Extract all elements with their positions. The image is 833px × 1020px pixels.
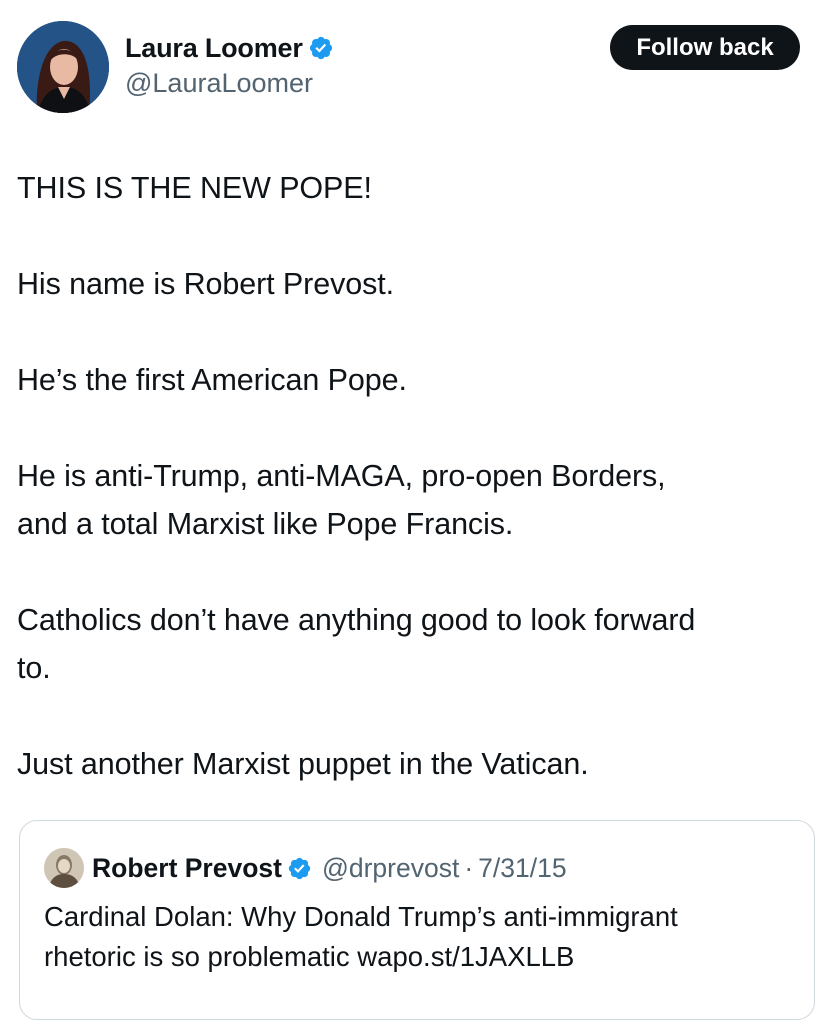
author-avatar[interactable] [17, 21, 109, 113]
quoted-author-name[interactable]: Robert Prevost [92, 853, 282, 884]
quoted-author-handle[interactable]: @drprevost [322, 853, 459, 884]
verified-badge-icon [287, 856, 312, 881]
quoted-user-avatar-icon [44, 848, 84, 888]
quoted-tweet-header: Robert Prevost @drprevost · 7/31/15 [92, 849, 567, 887]
quoted-author-avatar[interactable] [44, 848, 84, 888]
author-handle[interactable]: @LauraLoomer [125, 68, 313, 99]
author-display-name[interactable]: Laura Loomer [125, 33, 303, 64]
tweet-paragraph: Catholics don’t have anything good to lo… [17, 603, 696, 685]
tweet-paragraph: He’s the first American Pope. [17, 363, 407, 397]
author-name-row: Laura Loomer [125, 30, 334, 66]
tweet-body: THIS IS THE NEW POPE! His name is Robert… [17, 164, 817, 788]
user-avatar-photo-icon [17, 21, 109, 113]
quoted-tweet-date[interactable]: 7/31/15 [478, 853, 566, 884]
quoted-tweet-text: Cardinal Dolan: Why Donald Trump’s anti-… [44, 901, 678, 972]
verified-badge-icon [308, 35, 334, 61]
separator-dot: · [464, 852, 474, 883]
tweet-paragraph: His name is Robert Prevost. [17, 267, 394, 301]
tweet-paragraph: Just another Marxist puppet in the Vatic… [17, 747, 589, 781]
tweet-paragraph: He is anti-Trump, anti-MAGA, pro-open Bo… [17, 459, 666, 541]
quoted-tweet-card[interactable]: Robert Prevost @drprevost · 7/31/15 Card… [19, 820, 815, 1020]
follow-back-button[interactable]: Follow back [610, 25, 800, 70]
tweet-paragraph: THIS IS THE NEW POPE! [17, 171, 372, 205]
